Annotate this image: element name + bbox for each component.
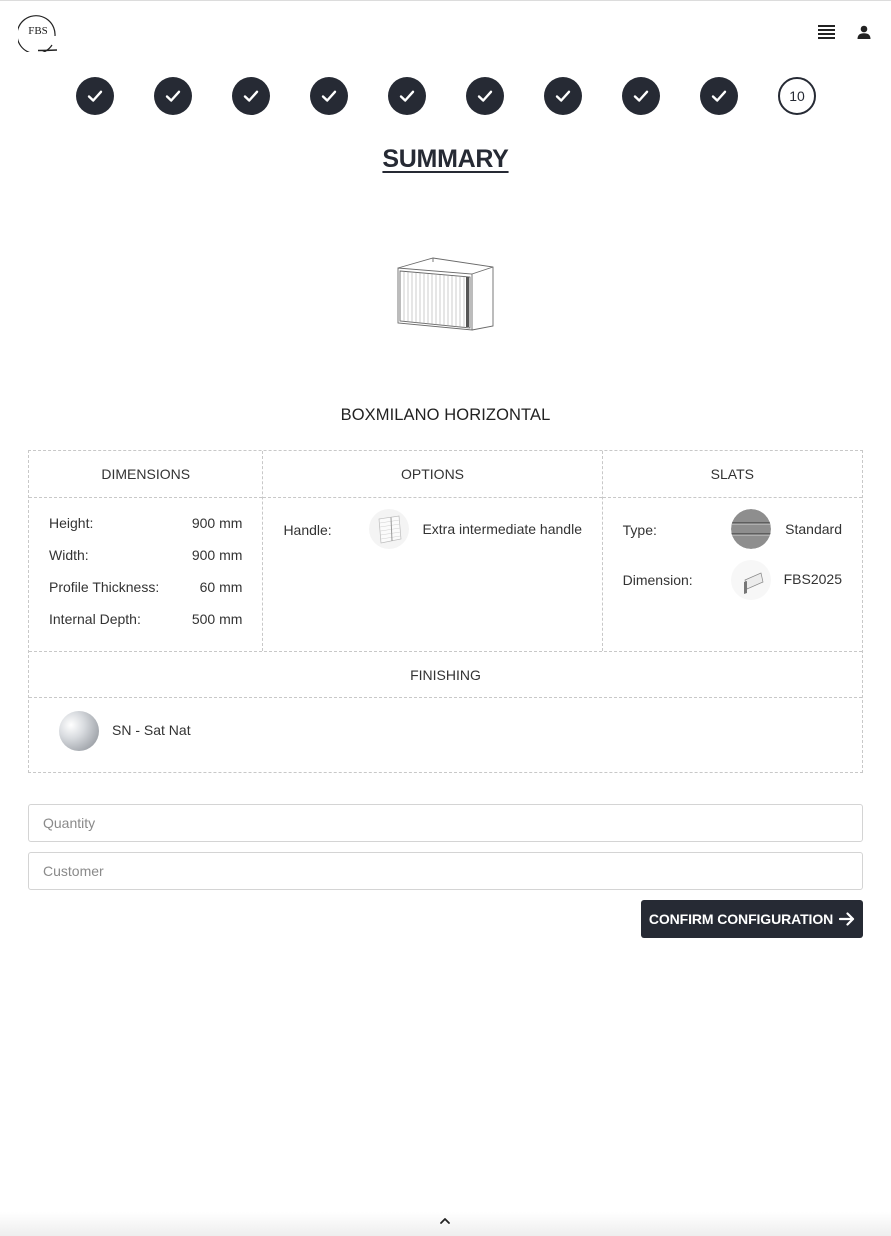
step-10-current[interactable]: 10 bbox=[778, 77, 816, 115]
step-8-completed[interactable] bbox=[622, 77, 660, 115]
dimension-row-height: Height: 900 mm bbox=[49, 515, 242, 531]
step-9-completed[interactable] bbox=[700, 77, 738, 115]
standard-slat-icon bbox=[730, 509, 771, 549]
finishing-heading: FINISHING bbox=[29, 651, 862, 698]
step-6-completed[interactable] bbox=[466, 77, 504, 115]
slat-type-label: Type: bbox=[622, 522, 657, 538]
dimension-label: Internal Depth: bbox=[49, 611, 141, 627]
handle-label: Handle: bbox=[283, 522, 332, 538]
slat-profile-icon bbox=[730, 560, 771, 600]
step-3-completed[interactable] bbox=[232, 77, 270, 115]
fbs-logo[interactable]: FBS bbox=[18, 12, 58, 52]
options-column: OPTIONS Handle: Extra intermediate handl bbox=[263, 451, 603, 651]
dimension-row-profile-thickness: Profile Thickness: 60 mm bbox=[49, 579, 242, 595]
user-icon[interactable] bbox=[857, 25, 871, 39]
dimension-value: 60 mm bbox=[199, 579, 243, 595]
step-7-completed[interactable] bbox=[544, 77, 582, 115]
options-heading: OPTIONS bbox=[263, 451, 602, 498]
dimension-row-internal-depth: Internal Depth: 500 mm bbox=[49, 611, 242, 627]
dimensions-heading: DIMENSIONS bbox=[29, 451, 263, 498]
customer-input[interactable] bbox=[28, 852, 863, 890]
dimension-value: 900 mm bbox=[191, 547, 243, 563]
checkmark-icon bbox=[555, 90, 571, 102]
finish-swatch-icon bbox=[59, 711, 99, 751]
checkmark-icon bbox=[243, 90, 259, 102]
dimension-row-width: Width: 900 mm bbox=[49, 547, 242, 563]
checkmark-icon bbox=[633, 90, 649, 102]
finishing-section: SN - Sat Nat bbox=[29, 698, 862, 772]
handle-value: Extra intermediate handle bbox=[422, 521, 582, 537]
confirm-configuration-button[interactable]: CONFIRM CONFIGURATION bbox=[641, 900, 863, 938]
dimension-label: Width: bbox=[49, 547, 89, 563]
step-5-completed[interactable] bbox=[388, 77, 426, 115]
page-title: SUMMARY bbox=[382, 145, 509, 173]
quantity-input[interactable] bbox=[28, 804, 863, 842]
step-4-completed[interactable] bbox=[310, 77, 348, 115]
slats-heading: SLATS bbox=[602, 451, 862, 498]
step-2-completed[interactable] bbox=[154, 77, 192, 115]
hamburger-menu-icon[interactable] bbox=[818, 25, 835, 39]
checkmark-icon bbox=[321, 90, 337, 102]
finishing-value: SN - Sat Nat bbox=[112, 722, 191, 738]
dimension-value: 500 mm bbox=[191, 611, 243, 627]
product-name: BOXMILANO HORIZONTAL bbox=[340, 406, 551, 424]
checkmark-icon bbox=[399, 90, 415, 102]
slats-column: SLATS Type: Standard Dimension: FBS2025 bbox=[602, 451, 862, 651]
handle-thumbnail-icon bbox=[369, 509, 410, 549]
step-indicator: 10 bbox=[0, 77, 891, 115]
slat-type-value: Standard bbox=[785, 521, 842, 537]
slat-dimension-value: FBS2025 bbox=[783, 571, 842, 587]
cabinet-box-icon bbox=[390, 250, 500, 340]
step-1-completed[interactable] bbox=[76, 77, 114, 115]
dimension-value: 900 mm bbox=[191, 515, 243, 531]
header: FBS bbox=[0, 0, 891, 64]
checkmark-icon bbox=[477, 90, 493, 102]
checkmark-icon bbox=[711, 90, 727, 102]
dimension-label: Profile Thickness: bbox=[49, 579, 160, 595]
slat-dimension-label: Dimension: bbox=[622, 572, 693, 588]
dimension-label: Height: bbox=[49, 515, 94, 531]
dimensions-column: DIMENSIONS Height: 900 mm Width: 900 mm … bbox=[29, 451, 264, 651]
arrow-right-icon bbox=[839, 912, 855, 926]
checkmark-icon bbox=[165, 90, 181, 102]
checkmark-icon bbox=[87, 90, 103, 102]
logo-text: FBS bbox=[28, 25, 48, 37]
confirm-button-label: CONFIRM CONFIGURATION bbox=[648, 911, 834, 927]
configuration-summary-table: DIMENSIONS Height: 900 mm Width: 900 mm … bbox=[28, 450, 863, 773]
chevron-up-icon[interactable] bbox=[438, 1214, 452, 1226]
